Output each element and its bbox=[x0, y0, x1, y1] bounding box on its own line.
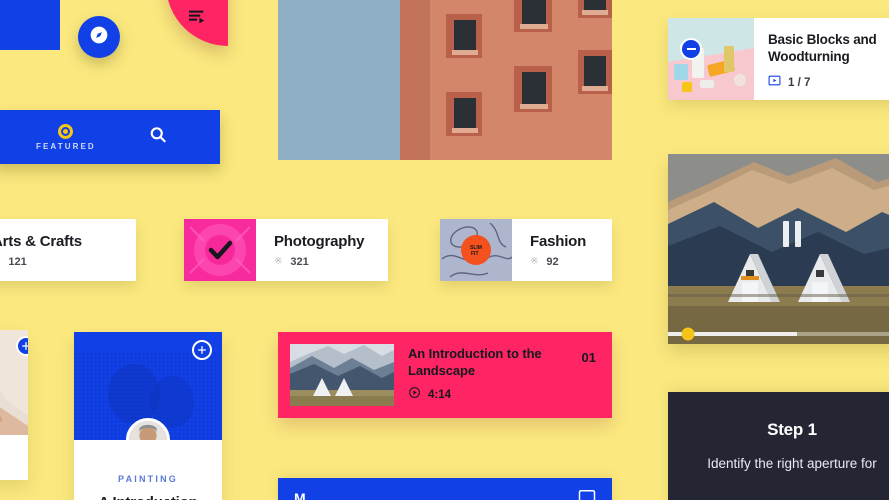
slides-icon bbox=[768, 74, 781, 92]
course-title: Basic Blocks and Woodturning bbox=[768, 32, 877, 65]
featured-group: FEATURED bbox=[36, 123, 96, 151]
category-title: Fashion bbox=[530, 232, 587, 250]
compass-icon-button[interactable] bbox=[78, 16, 120, 58]
app-canvas: FEATURED Arts & Crafts 121 Photography ※… bbox=[0, 0, 889, 500]
plus-icon bbox=[21, 341, 28, 351]
lesson-title: An Introduction to the Landscape bbox=[408, 345, 542, 378]
category-body: Photography ※ 321 bbox=[256, 219, 388, 281]
category-body: Arts & Crafts ※ 121 bbox=[0, 219, 136, 281]
video-progress-bar[interactable] bbox=[668, 327, 889, 341]
painting-thumbnail bbox=[74, 332, 222, 440]
play-circle-icon bbox=[408, 386, 421, 404]
category-title: Arts & Crafts bbox=[0, 232, 82, 250]
step-title: Step 1 bbox=[767, 420, 817, 439]
category-count: 121 bbox=[8, 255, 27, 268]
plus-icon bbox=[197, 345, 207, 355]
plus-icon-badge[interactable] bbox=[192, 340, 212, 360]
category-count: 321 bbox=[290, 255, 309, 268]
category-card-arts-crafts[interactable]: Arts & Crafts ※ 121 bbox=[0, 219, 136, 281]
bottom-action-bar[interactable]: M bbox=[278, 478, 612, 500]
svg-text:FIT: FIT bbox=[471, 251, 479, 257]
category-thumbnail bbox=[184, 219, 256, 281]
featured-bar[interactable]: FEATURED bbox=[0, 110, 220, 164]
hero-photo bbox=[278, 0, 612, 160]
step-description: Identify the right aperture for bbox=[707, 456, 877, 471]
lesson-duration-row: 4:14 bbox=[408, 386, 582, 404]
step-card: Step 1 Identify the right aperture for bbox=[668, 392, 889, 500]
category-card-fashion[interactable]: SLIM FIT Fashion ※ 92 bbox=[440, 219, 612, 281]
category-count: 92 bbox=[546, 255, 559, 268]
category-thumbnail: SLIM FIT bbox=[440, 219, 512, 281]
category-title: Photography bbox=[274, 232, 365, 250]
decor-blue-square bbox=[0, 0, 60, 50]
lesson-number: 01 bbox=[581, 350, 596, 365]
video-progress-handle[interactable] bbox=[681, 327, 695, 341]
painting-title: A Introduction bbox=[74, 494, 222, 500]
pause-icon[interactable] bbox=[783, 220, 801, 247]
course-progress-label: 1 / 7 bbox=[788, 76, 811, 89]
search-icon-button[interactable] bbox=[148, 125, 168, 150]
category-meta: ※ 121 bbox=[0, 256, 118, 268]
painting-card[interactable]: PAINTING A Introduction bbox=[74, 332, 222, 500]
clipped-card[interactable] bbox=[0, 330, 28, 480]
search-icon bbox=[148, 125, 168, 150]
course-progress: 1 / 7 bbox=[768, 74, 889, 92]
category-meta: ※ 321 bbox=[274, 256, 370, 268]
course-card[interactable]: Basic Blocks and Woodturning 1 / 7 bbox=[668, 18, 889, 100]
clipped-card-thumbnail bbox=[0, 330, 28, 435]
playlist-quarter-button[interactable] bbox=[166, 0, 228, 46]
bottom-bar-label: M bbox=[294, 490, 306, 500]
course-thumbnail bbox=[668, 18, 754, 100]
compass-icon bbox=[89, 25, 109, 50]
lesson-body: An Introduction to the Landscape 4:14 bbox=[394, 346, 582, 405]
lesson-duration: 4:14 bbox=[428, 389, 452, 402]
asterisk-icon: ※ bbox=[530, 255, 539, 267]
featured-label: FEATURED bbox=[36, 141, 96, 151]
target-icon bbox=[58, 123, 74, 139]
card-icon[interactable] bbox=[578, 487, 596, 500]
category-card-photography[interactable]: Photography ※ 321 bbox=[184, 219, 388, 281]
minus-icon-badge[interactable] bbox=[680, 38, 702, 60]
asterisk-icon: ※ bbox=[274, 255, 283, 267]
lesson-thumbnail bbox=[290, 344, 394, 406]
course-card-body: Basic Blocks and Woodturning 1 / 7 bbox=[754, 18, 889, 100]
lesson-card[interactable]: An Introduction to the Landscape 4:14 01 bbox=[278, 332, 612, 418]
category-meta: ※ 92 bbox=[530, 256, 594, 268]
painting-category-label: PAINTING bbox=[118, 474, 178, 484]
category-body: Fashion ※ 92 bbox=[512, 219, 612, 281]
playlist-icon bbox=[187, 9, 207, 30]
video-player[interactable] bbox=[668, 154, 889, 344]
